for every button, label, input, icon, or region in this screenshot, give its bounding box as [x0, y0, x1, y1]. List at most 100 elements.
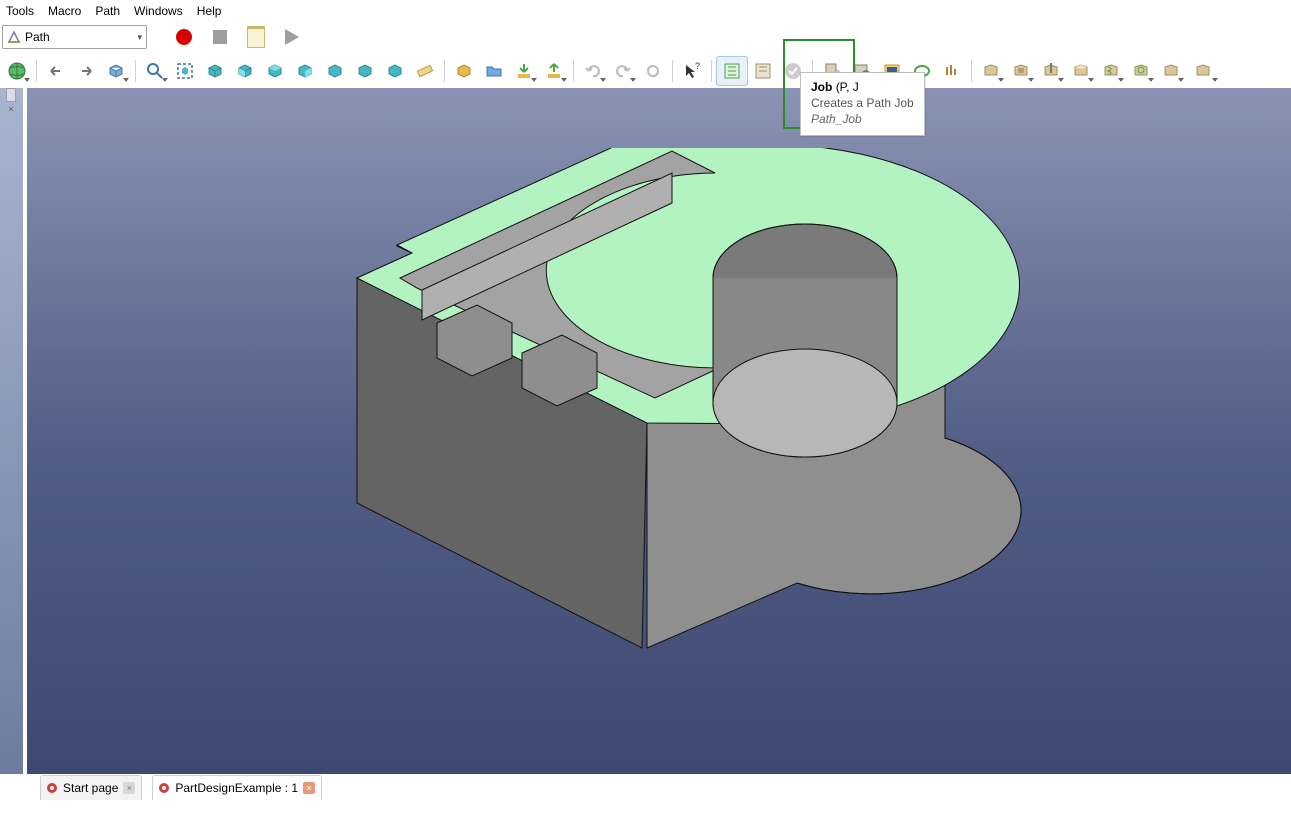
view-iso-button[interactable]: [200, 57, 230, 85]
path-job-button[interactable]: [716, 56, 748, 86]
cursor-help-icon: ?: [682, 61, 702, 81]
record-icon: [176, 29, 192, 45]
view-left-button[interactable]: [380, 57, 410, 85]
model-render: [327, 148, 1047, 748]
stop-icon: [213, 30, 227, 44]
undo-button[interactable]: [578, 57, 608, 85]
menu-tools[interactable]: Tools: [6, 4, 34, 18]
engrave-icon: [1193, 61, 1213, 81]
magnify-icon: [145, 61, 165, 81]
panel-handle-icon: [6, 88, 16, 102]
fit-all-button[interactable]: [170, 57, 200, 85]
macro-record-button[interactable]: [169, 24, 199, 50]
panel-close-icon: ×: [6, 104, 16, 114]
import-button[interactable]: [509, 57, 539, 85]
path-engrave-button[interactable]: [1186, 57, 1220, 85]
path-slot-button[interactable]: [1156, 57, 1186, 85]
macro-stop-button[interactable]: [205, 24, 235, 50]
refresh-icon: [643, 61, 663, 81]
tab-start-page[interactable]: Start page ×: [40, 775, 142, 800]
viewport-area: ×: [0, 88, 1291, 801]
menu-help[interactable]: Help: [197, 4, 222, 18]
view-rear-button[interactable]: [320, 57, 350, 85]
link-cube-icon: [106, 61, 126, 81]
path-profile-button[interactable]: [976, 57, 1006, 85]
cube-bottom-icon: [355, 61, 375, 81]
undo-icon: [583, 61, 603, 81]
export-button[interactable]: [539, 57, 569, 85]
freecad-icon: [158, 782, 170, 794]
helix-icon: [1101, 61, 1121, 81]
path-face-button[interactable]: [1066, 57, 1096, 85]
tab-start-label: Start page: [63, 781, 118, 795]
nav-forward-button[interactable]: [71, 57, 101, 85]
profile-icon: [981, 61, 1001, 81]
tooltip-shortcut: (P, J: [836, 80, 859, 94]
path-drill-button[interactable]: [1036, 57, 1066, 85]
workbench-label: Path: [25, 30, 50, 44]
view-top-button[interactable]: [260, 57, 290, 85]
part-button[interactable]: [449, 57, 479, 85]
menu-windows[interactable]: Windows: [134, 4, 183, 18]
view-front-button[interactable]: [230, 57, 260, 85]
face-icon: [1071, 61, 1091, 81]
nav-home-button[interactable]: [2, 57, 32, 85]
part-icon: [454, 61, 474, 81]
cube-iso-icon: [205, 61, 225, 81]
pocket-icon: [1011, 61, 1031, 81]
globe-icon: [7, 61, 27, 81]
nav-link-button[interactable]: [101, 57, 131, 85]
arrow-right-icon: [76, 61, 96, 81]
3d-viewport[interactable]: [27, 88, 1291, 774]
redo-button[interactable]: [608, 57, 638, 85]
macro-run-button[interactable]: [277, 24, 307, 50]
tab-document[interactable]: PartDesignExample : 1 ×: [152, 775, 322, 800]
tooltip-title: Job: [811, 80, 832, 94]
cube-rear-icon: [325, 61, 345, 81]
close-icon[interactable]: ×: [303, 782, 315, 794]
refresh-button[interactable]: [638, 57, 668, 85]
close-icon[interactable]: ×: [123, 782, 135, 794]
note-icon: [247, 26, 265, 48]
view-right-button[interactable]: [290, 57, 320, 85]
svg-text:?: ?: [695, 61, 700, 71]
fit-icon: [175, 61, 195, 81]
whatsthis-button[interactable]: ?: [677, 57, 707, 85]
tooltip: Job (P, J Creates a Path Job Path_Job: [800, 72, 925, 136]
import-icon: [514, 61, 534, 81]
tooltip-desc: Creates a Path Job: [811, 95, 914, 111]
document-tabs: Start page × PartDesignExample : 1 ×: [40, 774, 322, 801]
menu-macro[interactable]: Macro: [48, 4, 81, 18]
path-adaptive-button[interactable]: [1126, 57, 1156, 85]
slot-icon: [1161, 61, 1181, 81]
menu-path[interactable]: Path: [95, 4, 120, 18]
path-opcycle-button[interactable]: [937, 57, 967, 85]
tab-doc-label: PartDesignExample : 1: [175, 781, 298, 795]
tooltip-command: Path_Job: [811, 111, 914, 127]
opcycle-icon: [942, 61, 962, 81]
panel-collapsed-strip[interactable]: ×: [0, 88, 23, 774]
macro-edit-button[interactable]: [241, 24, 271, 50]
drill-icon: [1041, 61, 1061, 81]
job-icon: [722, 61, 742, 81]
main-toolbar: ?: [0, 54, 1291, 88]
zoom-button[interactable]: [140, 57, 170, 85]
open-button[interactable]: [479, 57, 509, 85]
freecad-icon: [46, 782, 58, 794]
path-helix-button[interactable]: [1096, 57, 1126, 85]
workbench-selector[interactable]: Path ▾: [2, 25, 147, 49]
measure-button[interactable]: [410, 57, 440, 85]
folder-icon: [484, 61, 504, 81]
post-icon: [753, 61, 773, 81]
path-wb-icon: [7, 30, 21, 44]
nav-back-button[interactable]: [41, 57, 71, 85]
cube-top-icon: [265, 61, 285, 81]
path-post-button[interactable]: [748, 57, 778, 85]
ruler-icon: [415, 61, 435, 81]
path-pocket-button[interactable]: [1006, 57, 1036, 85]
cube-right-icon: [295, 61, 315, 81]
view-bottom-button[interactable]: [350, 57, 380, 85]
adaptive-icon: [1131, 61, 1151, 81]
cube-front-icon: [235, 61, 255, 81]
redo-icon: [613, 61, 633, 81]
